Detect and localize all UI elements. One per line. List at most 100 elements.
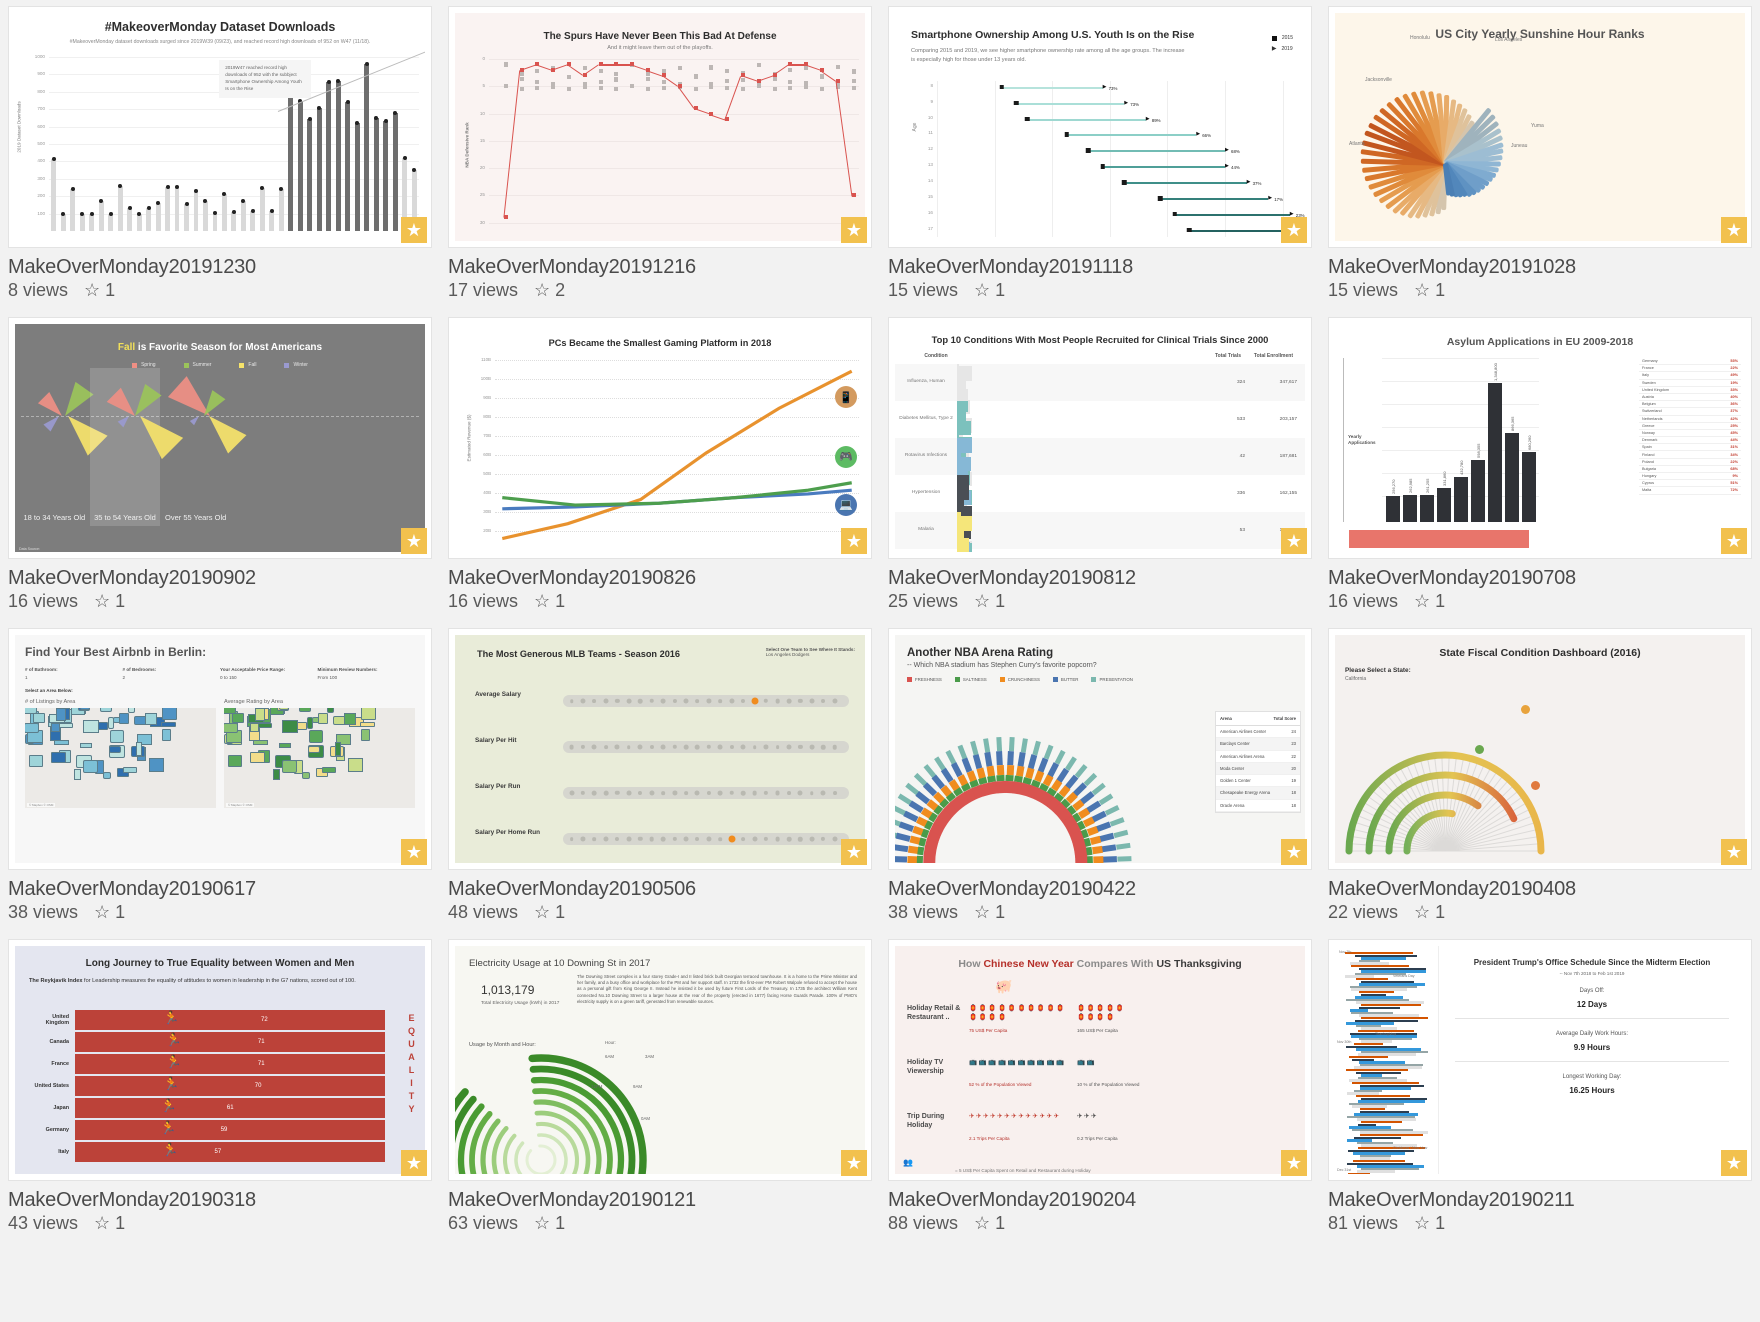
viz-card[interactable]: Another NBA Arena Rating -- Which NBA st… [880,622,1320,933]
viz-thumbnail[interactable]: Top 10 Conditions With Most People Recru… [888,317,1312,559]
viz-card[interactable]: #MakeoverMonday Dataset Downloads #Makeo… [0,0,440,311]
map-region[interactable] [308,746,320,754]
table-row[interactable]: Malaria53161,658 [895,512,1305,552]
map-region[interactable] [224,723,239,734]
favorite-star-icon[interactable]: ★ [401,528,427,554]
country-row[interactable]: Norway 45% [1639,430,1741,438]
dot-strip[interactable] [563,833,849,845]
favorite-star-icon[interactable]: ★ [401,217,427,243]
favorite-star-icon[interactable]: ★ [841,528,867,554]
card-title[interactable]: MakeOverMonday20190211 [1328,1189,1752,1212]
map-region[interactable] [252,739,269,745]
map-canvas[interactable]: © Mapbox © OSM [25,708,216,808]
viz-card[interactable]: PCs Became the Smallest Gaming Platform … [440,311,880,622]
map-region[interactable] [227,754,242,767]
country-row[interactable]: Greece 25% [1639,423,1741,430]
map-region[interactable] [281,719,298,734]
viz-thumbnail[interactable]: PCs Became the Smallest Gaming Platform … [448,317,872,559]
map-region[interactable] [123,766,138,774]
dot-strip[interactable] [563,741,849,753]
table-row[interactable]: Rotavirus Infections 42 187,681 [895,438,1305,552]
map-region[interactable] [144,713,157,725]
viz-thumbnail[interactable]: #MakeoverMonday Dataset Downloads #Makeo… [8,6,432,248]
map-region[interactable] [162,728,172,741]
viz-card[interactable]: Smartphone Ownership Among U.S. Youth Is… [880,0,1320,311]
country-row[interactable]: Bulgaria 68% [1639,466,1741,473]
viz-card[interactable]: Fall is Favorite Season for Most America… [0,311,440,622]
favorite-star-icon[interactable]: ★ [1721,839,1747,865]
filter-price[interactable]: Your Acceptable Price Range: 0 to 150 [220,667,318,680]
viz-card[interactable]: How Chinese New Year Compares With US Th… [880,933,1320,1244]
card-title[interactable]: MakeOverMonday20191028 [1328,256,1752,279]
map-region[interactable] [322,766,337,774]
map-region[interactable] [327,708,334,713]
map-region[interactable] [301,771,311,779]
table-row[interactable]: Chesapeake Energy Arena 18 [1216,787,1300,800]
country-row[interactable]: Denmark 44% [1639,437,1741,445]
card-title[interactable]: MakeOverMonday20190506 [448,878,872,901]
favorite-star-icon[interactable]: ★ [841,1150,867,1176]
viz-card[interactable]: Top 10 Conditions With Most People Recru… [880,311,1320,622]
favorite-star-icon[interactable]: ★ [1281,1150,1307,1176]
map-region[interactable] [53,739,70,745]
map-region[interactable] [298,708,311,712]
map-region[interactable] [82,719,99,734]
map-region[interactable] [306,716,313,730]
viz-thumbnail[interactable]: Electricity Usage at 10 Downing St in 20… [448,939,872,1181]
card-title[interactable]: MakeOverMonday20190121 [448,1189,872,1212]
favorite-star-icon[interactable]: ★ [1721,1150,1747,1176]
map-listings[interactable]: # of Listings by Area © Mapbox © OSM [25,699,216,808]
card-title[interactable]: MakeOverMonday20190617 [8,878,432,901]
viz-thumbnail[interactable]: Nov 7th Veterans Day Thanksgiving Nov 30th C… [1328,939,1752,1181]
viz-thumbnail[interactable]: How Chinese New Year Compares With US Th… [888,939,1312,1181]
card-title[interactable]: MakeOverMonday20190708 [1328,567,1752,590]
filter-bathroom[interactable]: # of Bathroom: 1 [25,667,123,680]
map-region[interactable] [161,708,178,721]
filter-bedroom[interactable]: # of Bedrooms: 2 [123,667,221,680]
map-region[interactable] [309,730,324,743]
map-region[interactable] [51,752,66,763]
map-region[interactable] [318,713,328,724]
map-region[interactable] [279,708,289,711]
map-region[interactable] [25,708,37,714]
card-title[interactable]: MakeOverMonday20190812 [888,567,1312,590]
viz-card[interactable]: Electricity Usage at 10 Downing St in 20… [440,933,880,1244]
table-row[interactable]: Hypertension 336 162,155 [895,475,1305,552]
map-rating[interactable]: Average Rating by Area © Mapbox © OSM [224,699,415,808]
map-region[interactable] [255,708,265,722]
map-region[interactable] [135,742,142,756]
favorite-star-icon[interactable]: ★ [841,839,867,865]
favorite-star-icon[interactable]: ★ [1721,528,1747,554]
country-row[interactable]: Spain 31% [1639,444,1741,452]
country-row[interactable]: Germany 53% [1639,358,1741,366]
favorite-star-icon[interactable]: ★ [1281,839,1307,865]
viz-thumbnail[interactable]: Find Your Best Airbnb in Berlin: # of Ba… [8,628,432,870]
viz-thumbnail[interactable]: US City Yearly Sunshine Hour Ranks Honol… [1328,6,1752,248]
filter-reviews[interactable]: Minimum Review Numbers: From 100 [318,667,416,680]
table-row[interactable]: Influenza, Human 324 347,617 [895,364,1305,552]
map-region[interactable] [250,752,265,763]
map-region[interactable] [273,768,280,781]
map-region[interactable] [128,708,135,713]
card-title[interactable]: MakeOverMonday20190204 [888,1189,1312,1212]
map-region[interactable] [360,708,377,721]
card-title[interactable]: MakeOverMonday20190826 [448,567,872,590]
map-region[interactable] [80,708,90,711]
card-title[interactable]: MakeOverMonday20190902 [8,567,432,590]
map-canvas[interactable]: © Mapbox © OSM [224,708,415,808]
table-row[interactable]: Barclays Center 23 [1216,738,1300,751]
map-region[interactable] [74,768,81,781]
country-row[interactable]: France 22% [1639,365,1741,373]
country-row[interactable]: Cyprus 51% [1639,480,1741,488]
map-region[interactable] [110,730,125,743]
favorite-star-icon[interactable]: ★ [1281,217,1307,243]
viz-card[interactable]: Nov 7th Veterans Day Thanksgiving Nov 30th C… [1320,933,1760,1244]
map-region[interactable] [279,742,292,749]
viz-thumbnail[interactable]: Fall is Favorite Season for Most America… [8,317,432,559]
table-row[interactable]: Golden 1 Center 19 [1216,775,1300,788]
viz-thumbnail[interactable]: Smartphone Ownership Among U.S. Youth Is… [888,6,1312,248]
favorite-star-icon[interactable]: ★ [841,217,867,243]
favorite-star-icon[interactable]: ★ [1281,528,1307,554]
map-region[interactable] [224,708,236,714]
table-row[interactable]: Diabetes Mellitus, Type 2 533 203,157 [895,401,1305,552]
